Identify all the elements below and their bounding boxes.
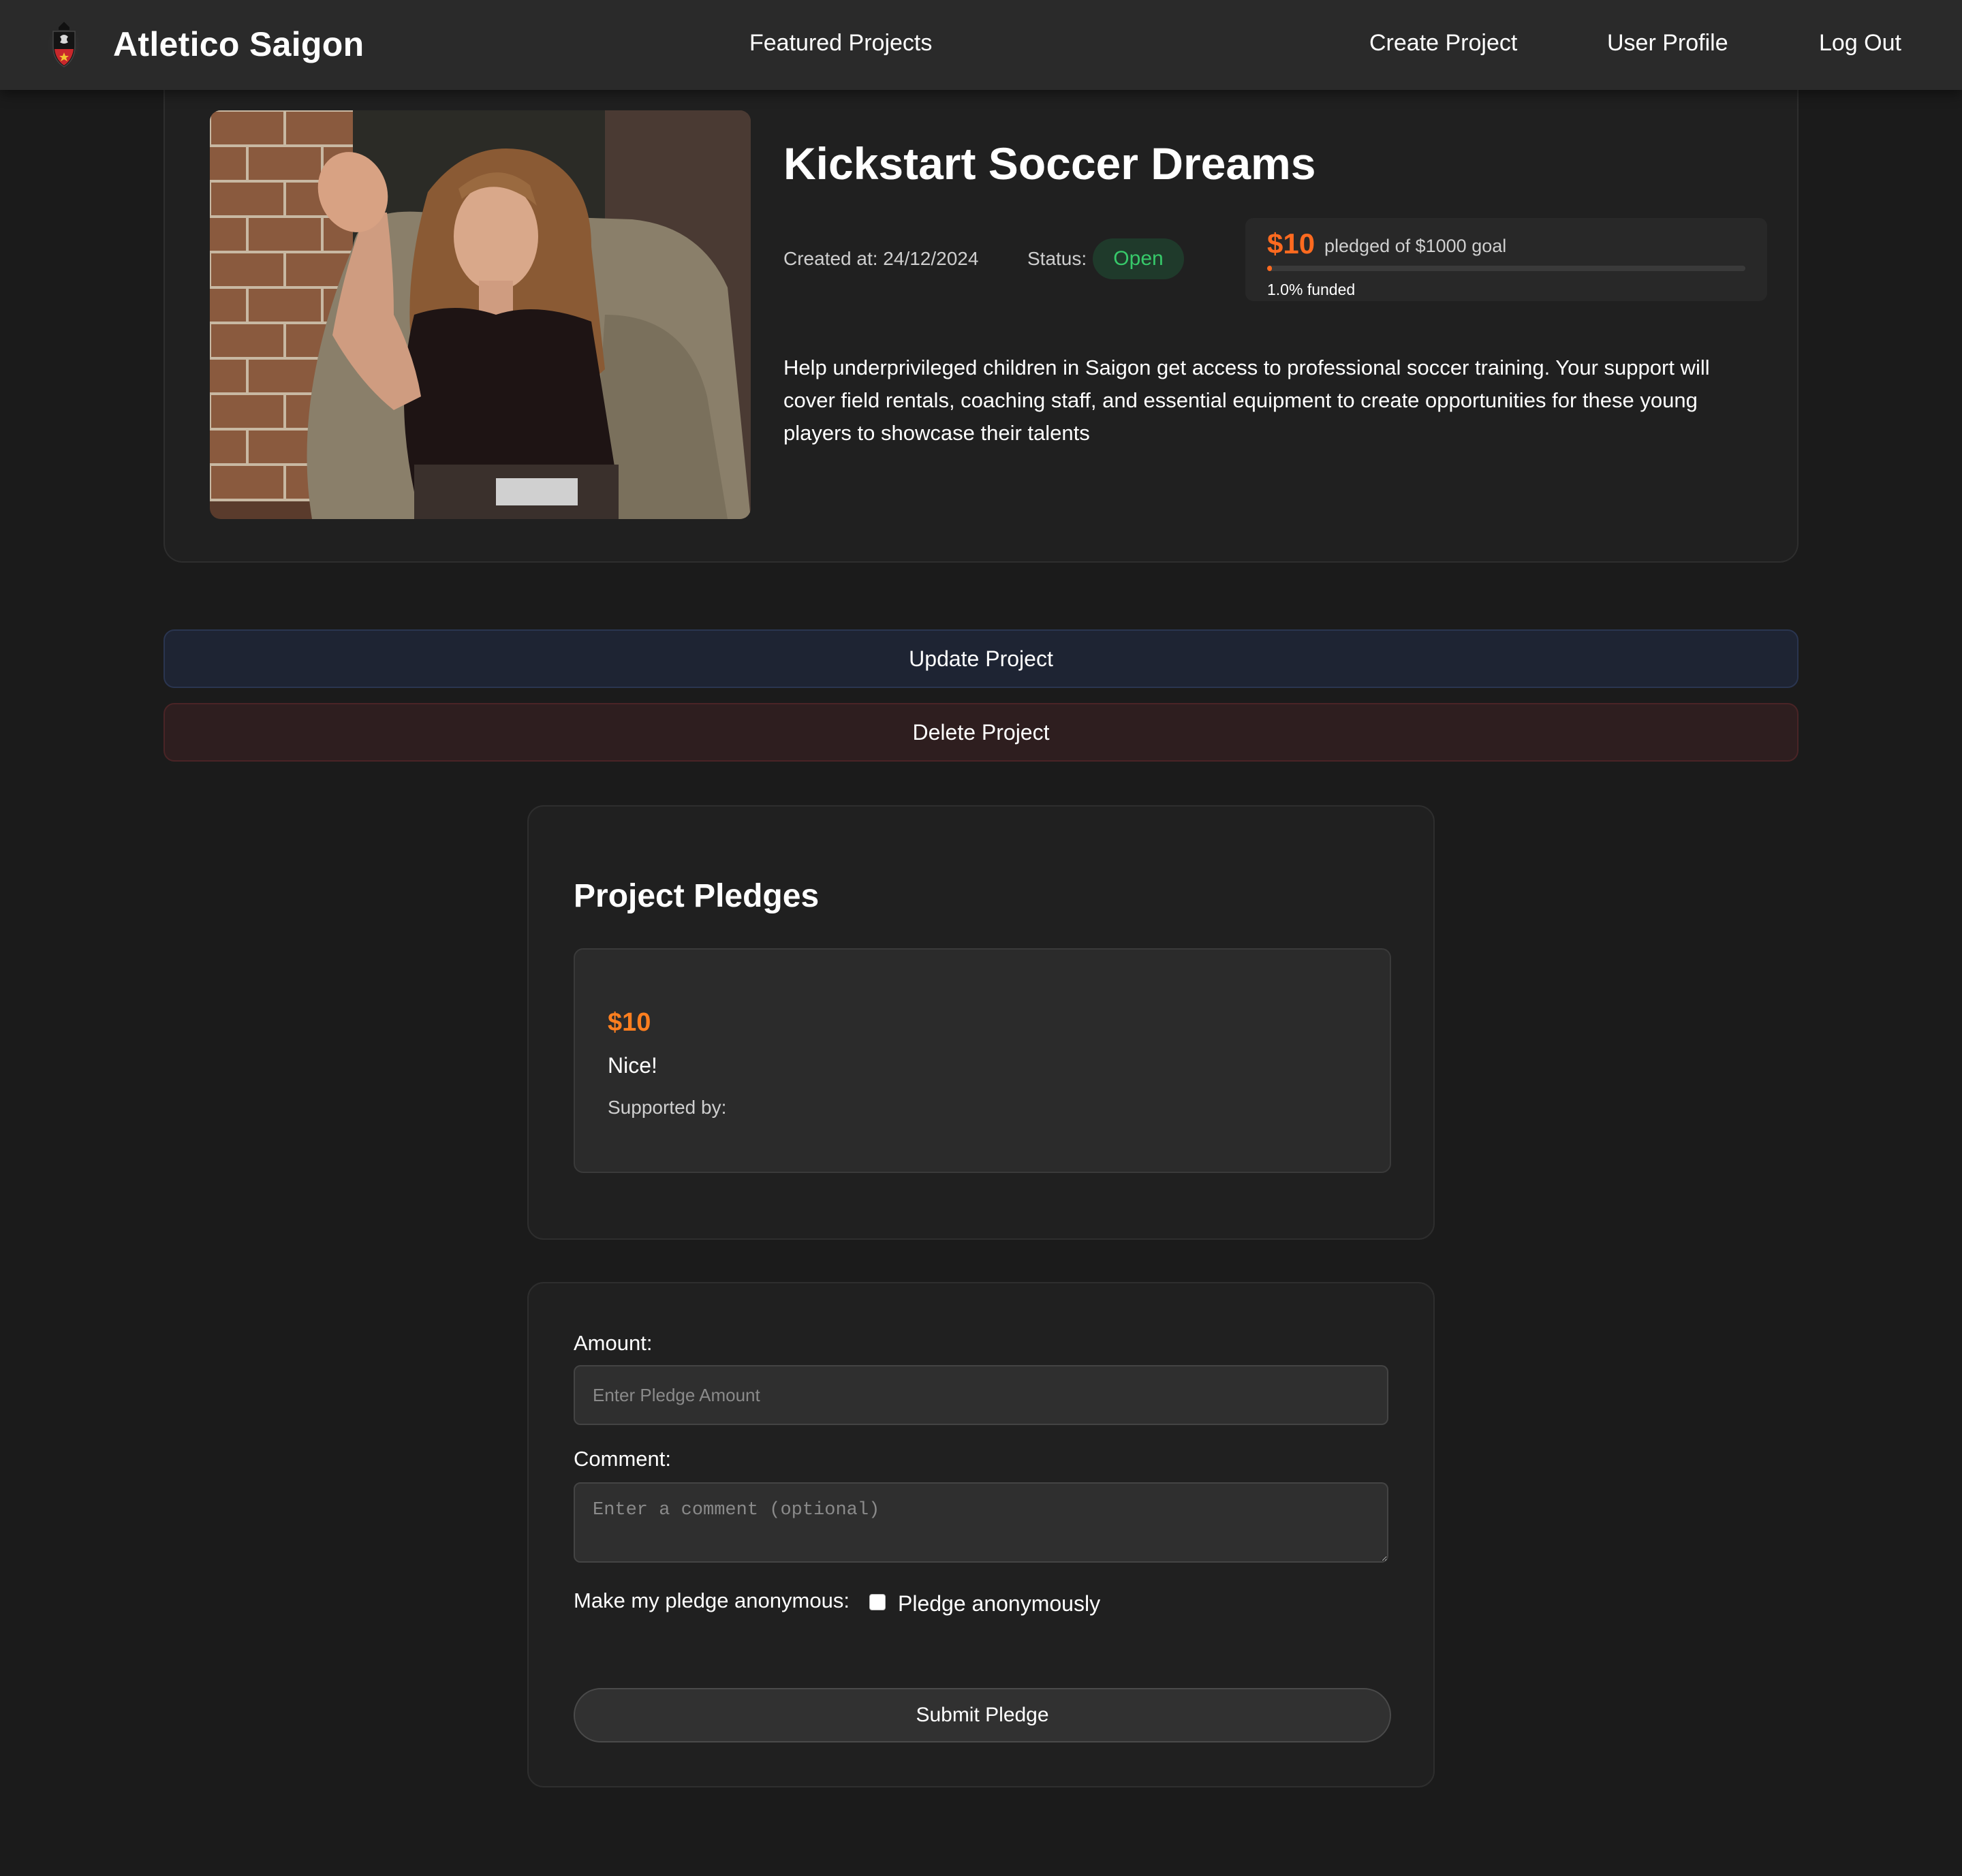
nav-featured-projects[interactable]: Featured Projects [749, 30, 932, 57]
status-badge: Open [1093, 238, 1184, 279]
project-card: Kickstart Soccer Dreams Created at: 24/1… [164, 75, 1798, 563]
pledged-amount: $10 [1267, 228, 1315, 260]
project-title: Kickstart Soccer Dreams [783, 138, 1316, 189]
pledge-amount: $10 [608, 1008, 651, 1037]
amount-input[interactable] [574, 1365, 1388, 1425]
anonymous-label: Make my pledge anonymous: [574, 1589, 850, 1612]
pledge-form: Amount: Comment: Make my pledge anonymou… [527, 1282, 1435, 1787]
pledges-title: Project Pledges [574, 878, 820, 914]
comment-label: Comment: [574, 1447, 671, 1471]
pledges-panel: Project Pledges $10 Nice! Supported by: [527, 805, 1435, 1240]
pledge-supporter: Supported by: [608, 1097, 727, 1118]
created-date: Created at: 24/12/2024 [783, 248, 979, 269]
pledge-item: $10 Nice! Supported by: [574, 948, 1391, 1173]
funding-summary: $10 pledged of $1000 goal 1.0% funded [1245, 218, 1767, 301]
nav-log-out[interactable]: Log Out [1819, 30, 1901, 57]
club-crest-icon[interactable] [45, 19, 83, 71]
project-description: Help underprivileged children in Saigon … [783, 356, 1710, 445]
top-navbar: Atletico Saigon Featured Projects Create… [0, 0, 1962, 90]
pledge-comment: Nice! [608, 1053, 657, 1078]
goal-text: pledged of $1000 goal [1324, 236, 1507, 256]
anonymous-checkbox[interactable] [869, 1594, 886, 1610]
status-label: Status: [1027, 248, 1087, 269]
anonymous-checkbox-label[interactable]: Pledge anonymously [898, 1591, 1100, 1616]
submit-pledge-button[interactable]: Submit Pledge [574, 1688, 1391, 1742]
project-photo [210, 110, 751, 519]
brand-title[interactable]: Atletico Saigon [113, 25, 364, 64]
update-project-button[interactable]: Update Project [164, 629, 1798, 688]
nav-create-project[interactable]: Create Project [1369, 30, 1517, 57]
delete-project-button[interactable]: Delete Project [164, 703, 1798, 762]
comment-input[interactable] [574, 1482, 1388, 1563]
amount-label: Amount: [574, 1331, 653, 1355]
funding-progress-bar [1267, 266, 1745, 271]
funded-percent: 1.0% funded [1267, 281, 1356, 298]
funding-progress-fill [1267, 266, 1273, 271]
nav-user-profile[interactable]: User Profile [1607, 30, 1728, 57]
